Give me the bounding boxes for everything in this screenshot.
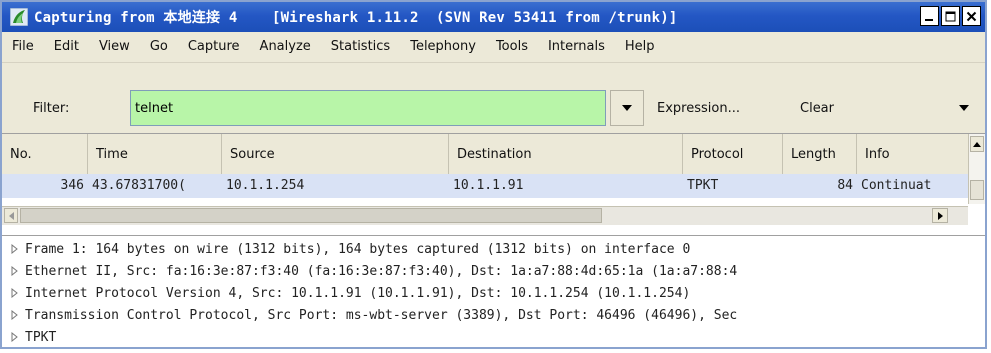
tree-item-label: Internet Protocol Version 4, Src: 10.1.1… [25,285,691,301]
packet-row[interactable]: 346 43.67831700( 10.1.1.254 10.1.1.91 TP… [2,174,968,198]
triangle-down-icon [622,105,632,111]
close-button[interactable] [962,6,981,26]
column-header-length[interactable]: Length [783,134,857,174]
wireshark-window: Capturing from 本地连接 4 [Wireshark 1.11.2 … [0,0,987,349]
triangle-down-icon [959,105,969,111]
expand-arrow-icon[interactable] [9,331,19,343]
expand-arrow-icon[interactable] [9,243,19,255]
column-header-no[interactable]: No. [2,134,88,174]
tree-item-label: Ethernet II, Src: fa:16:3e:87:f3:40 (fa:… [25,263,738,279]
toolbar-overflow-dropdown[interactable] [956,100,972,116]
window-controls [920,6,981,26]
filter-history-dropdown[interactable] [610,90,644,126]
packet-details-pane: Frame 1: 164 bytes on wire (1312 bits), … [2,235,985,347]
cell-no: 346 [60,178,84,193]
expand-arrow-icon[interactable] [9,265,19,277]
packet-list-vertical-scrollbar[interactable] [968,134,985,204]
filter-toolbar: Filter: Expression... Clear [2,63,985,133]
menu-internals[interactable]: Internals [538,36,615,58]
tree-item-tcp[interactable]: Transmission Control Protocol, Src Port:… [2,304,985,326]
tree-item-ethernet[interactable]: Ethernet II, Src: fa:16:3e:87:f3:40 (fa:… [2,260,985,282]
column-header-destination[interactable]: Destination [449,134,683,174]
packet-list-header: No. Time Source Destination Protocol Len… [2,134,968,175]
menu-bar: File Edit View Go Capture Analyze Statis… [2,32,985,63]
expand-arrow-icon[interactable] [9,309,19,321]
menu-view[interactable]: View [89,36,140,58]
tree-item-label: Frame 1: 164 bytes on wire (1312 bits), … [25,241,691,257]
cell-protocol: TPKT [687,178,719,193]
menu-help[interactable]: Help [615,36,665,58]
clear-button[interactable]: Clear [800,101,834,116]
window-title: Capturing from 本地连接 4 [Wireshark 1.11.2 … [34,10,678,26]
minimize-button[interactable] [920,6,939,26]
close-icon [966,11,977,21]
triangle-up-icon [973,141,981,147]
menu-telephony[interactable]: Telephony [400,36,486,58]
cell-time: 43.67831700( [92,178,186,193]
column-header-info[interactable]: Info [857,134,968,174]
tree-item-frame[interactable]: Frame 1: 164 bytes on wire (1312 bits), … [2,238,985,260]
maximize-button[interactable] [941,6,960,26]
menu-analyze[interactable]: Analyze [250,36,321,58]
column-header-time[interactable]: Time [88,134,222,174]
menu-file[interactable]: File [2,36,44,58]
horizontal-scroll-thumb[interactable] [20,208,602,223]
scroll-up-button[interactable] [970,136,984,152]
menu-statistics[interactable]: Statistics [321,36,400,58]
scroll-left-button[interactable] [4,208,18,223]
triangle-right-icon [937,211,943,220]
column-header-protocol[interactable]: Protocol [683,134,783,174]
packet-list-pane: No. Time Source Destination Protocol Len… [2,133,985,238]
menu-edit[interactable]: Edit [44,36,89,58]
tree-item-label: Transmission Control Protocol, Src Port:… [25,307,738,323]
tree-item-tpkt[interactable]: TPKT [2,326,985,347]
title-bar[interactable]: Capturing from 本地连接 4 [Wireshark 1.11.2 … [2,2,985,32]
tree-item-ipv4[interactable]: Internet Protocol Version 4, Src: 10.1.1… [2,282,985,304]
cell-source: 10.1.1.254 [226,178,305,193]
filter-input[interactable] [130,90,606,126]
triangle-left-icon [8,211,14,220]
minimize-icon [925,18,933,21]
wireshark-fin-icon [10,8,28,26]
menu-capture[interactable]: Capture [178,36,250,58]
cell-info: Continuat [861,178,932,193]
column-header-source[interactable]: Source [222,134,449,174]
expand-arrow-icon[interactable] [9,287,19,299]
vertical-scroll-thumb[interactable] [970,180,984,200]
cell-length: 84 [837,178,853,193]
menu-go[interactable]: Go [140,36,178,58]
scroll-right-button[interactable] [932,208,948,223]
expression-button[interactable]: Expression... [657,101,740,116]
menu-tools[interactable]: Tools [486,36,538,58]
cell-destination: 10.1.1.91 [453,178,524,193]
packet-list-horizontal-scrollbar[interactable] [2,206,968,225]
filter-label: Filter: [33,101,70,116]
tree-item-label: TPKT [25,329,57,345]
maximize-icon [945,11,956,21]
